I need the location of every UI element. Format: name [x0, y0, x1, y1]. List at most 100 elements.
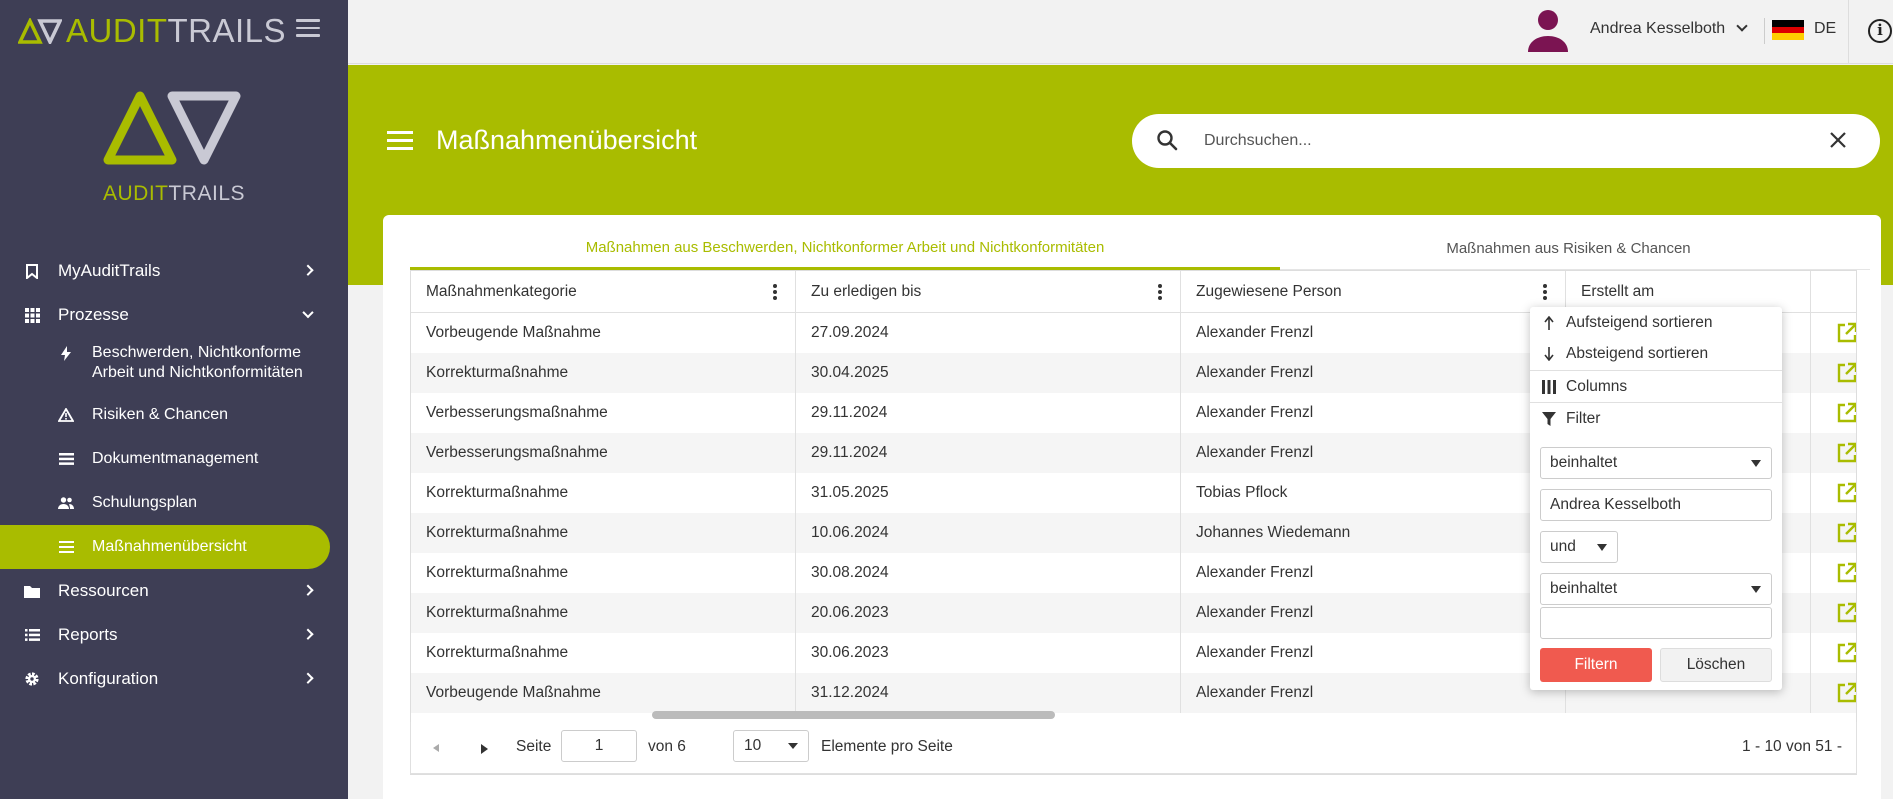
sidebar-subitem-risiken[interactable]: Risiken & Chancen	[0, 393, 348, 437]
chevron-down-icon[interactable]	[1736, 20, 1748, 32]
filter-value-field-1[interactable]	[1540, 489, 1772, 521]
cell-person: Tobias Pflock	[1181, 473, 1566, 513]
columns-item[interactable]: Columns	[1530, 371, 1782, 402]
column-menu-icon[interactable]	[773, 284, 777, 300]
user-name[interactable]: Andrea Kesselboth	[1590, 20, 1725, 38]
cell-person: Alexander Frenzl	[1181, 433, 1566, 473]
menu-item-label: Aufsteigend sortieren	[1566, 313, 1713, 331]
cell-person: Alexander Frenzl	[1181, 393, 1566, 433]
divider	[1764, 18, 1765, 44]
gear-icon	[24, 671, 40, 687]
open-external-icon[interactable]	[1836, 602, 1857, 624]
search-input[interactable]	[1204, 129, 1804, 153]
cell-faellig: 31.05.2025	[796, 473, 1181, 513]
menu-item-label: Columns	[1566, 377, 1628, 395]
cell-kategorie: Korrekturmaßnahme	[411, 473, 796, 513]
sidebar-item-reports[interactable]: Reports	[0, 613, 348, 657]
column-menu-icon[interactable]	[1543, 284, 1547, 300]
sidebar-subitem-label: Dokumentmanagement	[92, 450, 259, 467]
cell-kategorie: Korrekturmaßnahme	[411, 633, 796, 673]
previous-page-icon[interactable]	[433, 744, 439, 752]
sidebar-subitem-label-line1: Beschwerden, Nichtkonforme	[92, 344, 301, 361]
cell-faellig: 29.11.2024	[796, 433, 1181, 473]
column-header-faellig[interactable]: Zu erledigen bis	[796, 271, 1181, 313]
sidebar-item-prozesse[interactable]: Prozesse	[0, 293, 348, 337]
tab-bar: Maßnahmen aus Beschwerden, Nichtkonforme…	[410, 227, 1870, 270]
open-external-icon[interactable]	[1836, 482, 1857, 504]
info-icon[interactable]: i	[1868, 19, 1892, 43]
apply-filter-button[interactable]: Filtern	[1540, 648, 1652, 682]
columns-icon	[1542, 379, 1556, 394]
sidebar-item-konfiguration[interactable]: Konfiguration	[0, 657, 348, 701]
bookmark-icon	[24, 263, 40, 279]
caret-down-icon	[1597, 544, 1607, 551]
open-external-icon[interactable]	[1836, 362, 1857, 384]
column-header-kategorie[interactable]: Maßnahmenkategorie	[411, 271, 796, 313]
cell-faellig: 27.09.2024	[796, 313, 1181, 353]
sidebar-subitem-label: Beschwerden, Nichtkonforme Arbeit und Nic…	[92, 343, 303, 383]
column-header-person[interactable]: Zugewiesene Person	[1181, 271, 1566, 313]
cell-kategorie: Korrekturmaßnahme	[411, 593, 796, 633]
sort-descending-item[interactable]: Absteigend sortieren	[1530, 338, 1782, 369]
arrow-up-icon	[1542, 315, 1556, 330]
cell-kategorie: Verbesserungsmaßnahme	[411, 433, 796, 473]
column-header-label: Erstellt am	[1581, 283, 1655, 300]
sort-ascending-item[interactable]: Aufsteigend sortieren	[1530, 307, 1782, 338]
open-external-icon[interactable]	[1836, 322, 1857, 344]
tab-beschwerden[interactable]: Maßnahmen aus Beschwerden, Nichtkonforme…	[410, 227, 1280, 270]
sidebar-subitem-beschwerden[interactable]: Beschwerden, Nichtkonforme Arbeit und Nic…	[0, 337, 348, 393]
open-external-icon[interactable]	[1836, 562, 1857, 584]
filter-icon	[1542, 411, 1556, 426]
brand-name: AUDITTRAILS	[66, 12, 286, 50]
tab-risiken[interactable]: Maßnahmen aus Risiken & Chancen	[1280, 227, 1857, 270]
clear-filter-button[interactable]: Löschen	[1660, 648, 1772, 682]
item-range-label: 1 - 10 von 51 -	[1742, 738, 1842, 755]
logo-mark-icon	[18, 18, 62, 44]
filter-operator-value: beinhaltet	[1550, 454, 1618, 471]
cell-kategorie: Korrekturmaßnahme	[411, 513, 796, 553]
folder-icon	[24, 583, 40, 599]
chevron-right-icon	[302, 584, 314, 596]
filter-item[interactable]: Filter	[1530, 403, 1782, 434]
cell-faellig: 10.06.2024	[796, 513, 1181, 553]
pagination-bar: Seite von 6 10 Elemente pro Seite 1 - 10…	[410, 722, 1857, 774]
filter-logic-select[interactable]: und	[1540, 531, 1618, 563]
open-external-icon[interactable]	[1836, 402, 1857, 424]
filter-operator-select-1[interactable]: beinhaltet	[1540, 447, 1772, 479]
menu-toggle-icon[interactable]	[296, 19, 320, 39]
warning-icon	[58, 407, 74, 423]
page-number-input[interactable]	[561, 730, 637, 762]
avatar[interactable]	[1528, 8, 1568, 52]
column-header-label: Zugewiesene Person	[1196, 283, 1342, 300]
filter-operator-select-2[interactable]: beinhaltet	[1540, 573, 1772, 605]
sidebar-item-label: MyAuditTrails	[58, 261, 161, 280]
sidebar-item-myaudittrails[interactable]: MyAuditTrails	[0, 249, 348, 293]
sidebar-subitem-schulungsplan[interactable]: Schulungsplan	[0, 481, 348, 525]
sidebar: AUDITTRAILS AUDITTRAILS MyAuditTrails Pr…	[0, 0, 348, 799]
cell-person: Alexander Frenzl	[1181, 353, 1566, 393]
brand-logo[interactable]: AUDITTRAILS	[18, 12, 286, 50]
open-external-icon[interactable]	[1836, 442, 1857, 464]
caret-down-icon	[1751, 460, 1761, 467]
close-icon[interactable]	[1826, 128, 1850, 152]
cell-kategorie: Verbesserungsmaßnahme	[411, 393, 796, 433]
column-menu-icon[interactable]	[1158, 284, 1162, 300]
sidebar-item-ressourcen[interactable]: Ressourcen	[0, 569, 348, 613]
cell-faellig: 30.08.2024	[796, 553, 1181, 593]
page-size-select[interactable]: 10	[733, 730, 809, 762]
open-external-icon[interactable]	[1836, 682, 1857, 704]
sidebar-subitem-dokumentmanagement[interactable]: Dokumentmanagement	[0, 437, 348, 481]
sidebar-subitem-label-line2: Arbeit und Nichtkonformitäten	[92, 364, 303, 381]
open-external-icon[interactable]	[1836, 522, 1857, 544]
language-selector[interactable]: DE	[1814, 20, 1836, 38]
horizontal-scrollbar[interactable]	[652, 711, 1055, 719]
flash-icon	[58, 345, 74, 361]
sidebar-item-label: Prozesse	[58, 305, 129, 324]
next-page-icon[interactable]	[481, 744, 488, 754]
cell-kategorie: Vorbeugende Maßnahme	[411, 313, 796, 353]
filter-value-field-2[interactable]	[1540, 607, 1772, 639]
germany-flag-icon[interactable]	[1772, 20, 1804, 40]
cell-person: Alexander Frenzl	[1181, 593, 1566, 633]
open-external-icon[interactable]	[1836, 642, 1857, 664]
sidebar-subitem-massnahmenuebersicht[interactable]: Maßnahmenübersicht	[0, 525, 330, 569]
